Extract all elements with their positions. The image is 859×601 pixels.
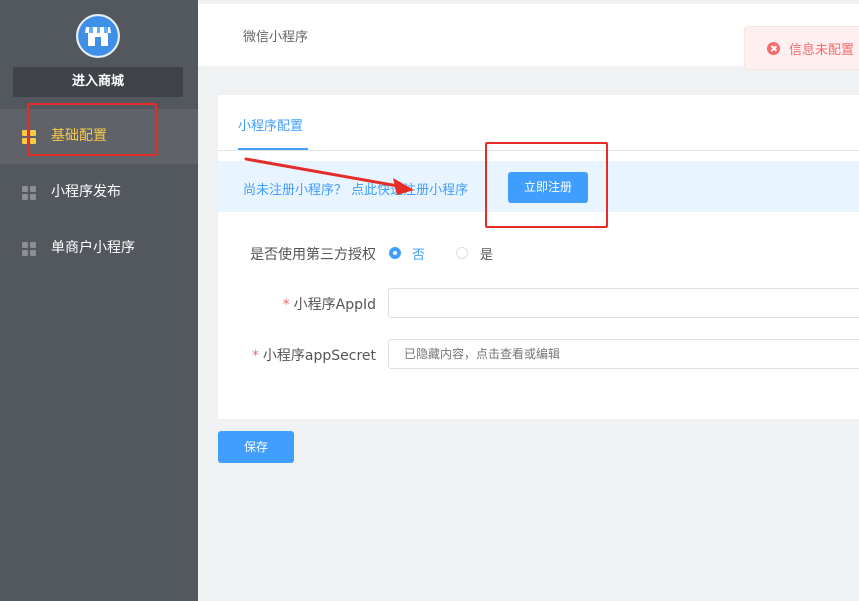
register-hint-link[interactable]: 尚未注册小程序？ 点此快速注册小程序 (243, 179, 468, 198)
appid-label: * 小程序AppId (283, 294, 376, 314)
radio-no-label[interactable]: 否 (412, 244, 425, 263)
third-party-auth-label: 是否使用第三方授权 (250, 247, 376, 263)
save-button[interactable]: 保存 (218, 431, 294, 463)
appid-label-text: 小程序AppId (293, 297, 376, 313)
sidebar-item-label: 单商户小程序 (51, 240, 135, 256)
error-circle-icon (767, 42, 780, 55)
sidebar-item-label: 小程序发布 (51, 184, 121, 200)
tab-miniprogram-config[interactable]: 小程序配置 (238, 115, 303, 134)
sidebar-item-single-merchant[interactable]: 单商户小程序 (0, 221, 198, 276)
appsecret-input[interactable] (388, 339, 859, 369)
appsecret-label: * 小程序appSecret (252, 345, 376, 365)
radio-yes[interactable] (456, 247, 468, 259)
radio-no[interactable] (389, 247, 401, 259)
sidebar: 进入商城 基础配置 小程序发布 单商户小程序 (0, 0, 198, 601)
grid-icon (22, 186, 36, 200)
appid-input[interactable] (388, 288, 859, 318)
appsecret-label-text: 小程序appSecret (262, 348, 376, 364)
sidebar-item-publish[interactable]: 小程序发布 (0, 165, 198, 220)
annotation-box-register (485, 142, 608, 228)
error-notice: 信息未配置 (744, 26, 859, 70)
required-mark: * (282, 297, 290, 313)
breadcrumb: 微信小程序 (243, 30, 309, 45)
enter-mall-button[interactable]: 进入商城 (13, 67, 183, 97)
tab-active-indicator (238, 148, 308, 150)
required-mark: * (251, 348, 259, 364)
annotation-box-sidebar (27, 103, 157, 156)
radio-yes-label[interactable]: 是 (480, 244, 493, 263)
store-logo-icon[interactable] (76, 14, 120, 58)
notice-text: 信息未配置 (789, 43, 855, 58)
grid-icon (22, 242, 36, 256)
